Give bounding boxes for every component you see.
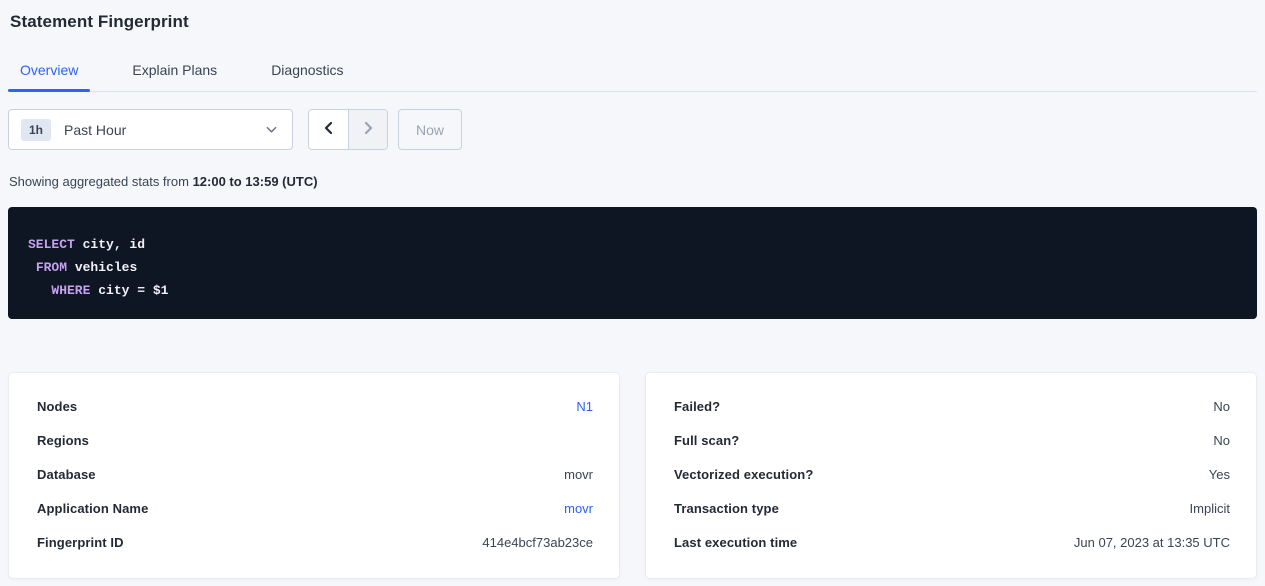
row-value: movr bbox=[564, 467, 593, 482]
sql-line: FROM vehicles bbox=[28, 256, 1237, 279]
execution-attributes-card: Failed? No Full scan? No Vectorized executio… bbox=[645, 372, 1257, 579]
aggregated-stats-range: 12:00 to 13:59 (UTC) bbox=[193, 174, 318, 189]
aggregated-stats-prefix: Showing aggregated stats from bbox=[9, 174, 193, 189]
row-value: No bbox=[1213, 433, 1230, 448]
card-row: Failed? No bbox=[674, 389, 1230, 423]
row-label: Vectorized execution? bbox=[674, 467, 813, 482]
sql-line: SELECT city, id bbox=[28, 233, 1237, 256]
row-label: Database bbox=[37, 467, 96, 482]
tab-overview[interactable]: Overview bbox=[8, 53, 90, 91]
row-label: Failed? bbox=[674, 399, 720, 414]
time-controls: 1h Past Hour Now bbox=[8, 109, 1257, 150]
chevron-down-icon bbox=[265, 123, 278, 136]
row-value: Jun 07, 2023 at 13:35 UTC bbox=[1074, 535, 1230, 550]
row-label: Fingerprint ID bbox=[37, 535, 124, 550]
card-row: Full scan? No bbox=[674, 423, 1230, 457]
row-label: Regions bbox=[37, 433, 89, 448]
row-label: Last execution time bbox=[674, 535, 797, 550]
card-row: Nodes N1 bbox=[37, 389, 593, 423]
summary-cards: NodesN1RegionsDatabasemovrApplication Na… bbox=[8, 372, 1257, 579]
sql-text: vehicles bbox=[67, 260, 137, 275]
now-button[interactable]: Now bbox=[398, 109, 462, 150]
card-row: Fingerprint ID 414e4bcf73ab23ce bbox=[37, 525, 593, 559]
sql-line: WHERE city = $1 bbox=[28, 279, 1237, 302]
card-row: Application Name movr bbox=[37, 491, 593, 525]
row-value: 414e4bcf73ab23ce bbox=[482, 535, 593, 550]
row-value-link[interactable]: N1 bbox=[576, 399, 593, 414]
card-row: Last execution time Jun 07, 2023 at 13:35… bbox=[674, 525, 1230, 559]
row-label: Nodes bbox=[37, 399, 77, 414]
row-value: Yes bbox=[1209, 467, 1230, 482]
row-label: Transaction type bbox=[674, 501, 779, 516]
row-label: Full scan? bbox=[674, 433, 739, 448]
card-row: Regions bbox=[37, 423, 593, 457]
row-value-link[interactable]: movr bbox=[564, 501, 593, 516]
sql-text bbox=[28, 283, 51, 298]
card-row: Transaction type Implicit bbox=[674, 491, 1230, 525]
aggregated-stats-caption: Showing aggregated stats from 12:00 to 1… bbox=[8, 174, 1257, 189]
page-title: Statement Fingerprint bbox=[8, 0, 1257, 32]
statement-details-card: NodesN1RegionsDatabasemovrApplication Na… bbox=[8, 372, 620, 579]
time-interval-label: Past Hour bbox=[64, 122, 126, 138]
tab-diagnostics[interactable]: Diagnostics bbox=[259, 53, 355, 91]
tab-explain-plans[interactable]: Explain Plans bbox=[120, 53, 229, 91]
sql-text: city = $1 bbox=[90, 283, 168, 298]
previous-interval-button[interactable] bbox=[309, 110, 348, 149]
sql-keyword: FROM bbox=[36, 260, 67, 275]
statement-fingerprint-page: Statement Fingerprint Overview Explain Pl… bbox=[0, 0, 1265, 579]
row-label: Application Name bbox=[37, 501, 148, 516]
time-shift-buttons bbox=[308, 109, 388, 150]
card-row: Database movr bbox=[37, 457, 593, 491]
sql-text bbox=[28, 260, 36, 275]
tab-bar: Overview Explain Plans Diagnostics bbox=[8, 53, 1257, 92]
chevron-left-icon bbox=[322, 121, 336, 138]
chevron-right-icon bbox=[361, 121, 375, 138]
next-interval-button[interactable] bbox=[348, 110, 387, 149]
card-row: Vectorized execution? Yes bbox=[674, 457, 1230, 491]
time-range-dropdown[interactable]: 1h Past Hour bbox=[8, 109, 293, 150]
time-interval-badge: 1h bbox=[21, 119, 51, 141]
sql-keyword: SELECT bbox=[28, 237, 75, 252]
row-value: No bbox=[1213, 399, 1230, 414]
sql-text: city, id bbox=[75, 237, 145, 252]
row-value: Implicit bbox=[1190, 501, 1230, 516]
sql-keyword: WHERE bbox=[51, 283, 90, 298]
sql-statement-box: SELECT city, id FROM vehicles WHERE city… bbox=[8, 207, 1257, 319]
